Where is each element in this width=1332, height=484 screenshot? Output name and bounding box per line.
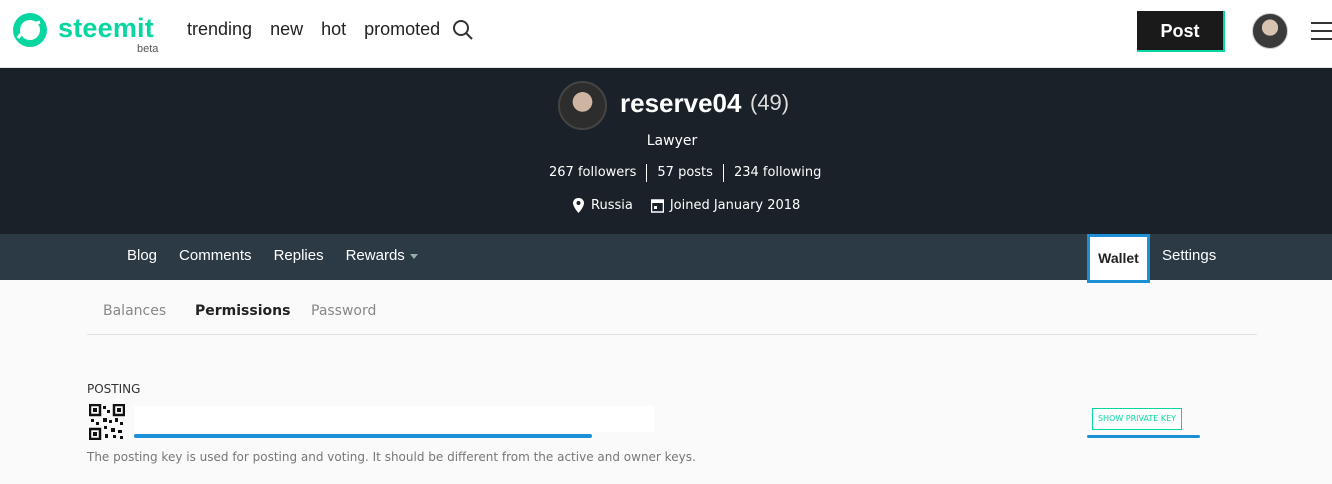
beta-label: beta [137,43,159,55]
menu-icon[interactable] [1311,22,1332,40]
posting-key-field[interactable] [134,406,654,432]
tab-rewards-label: Rewards [345,247,405,264]
qr-code-icon[interactable] [89,404,125,440]
subtab-password[interactable]: Password [311,303,376,319]
search-icon[interactable] [452,19,474,41]
show-private-key-button[interactable]: SHOW PRIVATE KEY [1092,408,1182,430]
nav-promoted[interactable]: promoted [364,19,440,40]
posting-label: POSTING [87,382,141,396]
subtab-balances[interactable]: Balances [103,303,166,319]
tab-wallet[interactable]: Wallet [1087,234,1150,283]
tab-replies[interactable]: Replies [263,247,335,264]
profile-meta: Russia Joined January 2018 [572,198,800,213]
posting-key-highlight [134,434,592,438]
wallet-subtabs: Balances Permissions Password [87,281,1257,335]
profile-username: reserve04 [620,88,742,118]
followers-count[interactable]: 267 followers [539,164,648,182]
top-header: steemit beta trending new hot promoted P… [0,0,1332,68]
location-pin-icon [573,198,584,213]
nav-hot[interactable]: hot [321,19,346,40]
posting-description: The posting key is used for posting and … [87,450,696,464]
profile-nav: Blog Comments Replies Rewards Wallet Set… [0,234,1332,283]
brand-name[interactable]: steemit [58,13,154,44]
profile-hero: reserve04 (49) Lawyer 267 followers 57 p… [0,68,1332,234]
tab-rewards[interactable]: Rewards [335,247,429,264]
post-button[interactable]: Post [1137,11,1225,52]
nav-new[interactable]: new [270,19,303,40]
calendar-icon [650,199,664,213]
profile-stats: 267 followers 57 posts 234 following [539,164,831,182]
user-avatar[interactable] [1252,13,1288,49]
posts-count: 57 posts [647,164,724,182]
profile-joined: Joined January 2018 [669,198,801,213]
subtab-permissions[interactable]: Permissions [195,303,290,319]
steemit-logo-icon[interactable] [12,12,48,48]
nav-trending[interactable]: trending [187,19,252,40]
main-nav: trending new hot promoted [187,19,440,40]
profile-reputation: (49) [750,90,790,115]
tab-comments[interactable]: Comments [168,247,263,264]
show-key-highlight [1087,435,1200,438]
following-count[interactable]: 234 following [724,164,831,182]
profile-about: Lawyer [646,133,698,149]
profile-location: Russia [591,198,633,213]
profile-avatar [558,81,607,130]
chevron-down-icon [409,253,418,259]
tab-blog[interactable]: Blog [116,247,168,264]
tab-settings[interactable]: Settings [1162,247,1216,264]
